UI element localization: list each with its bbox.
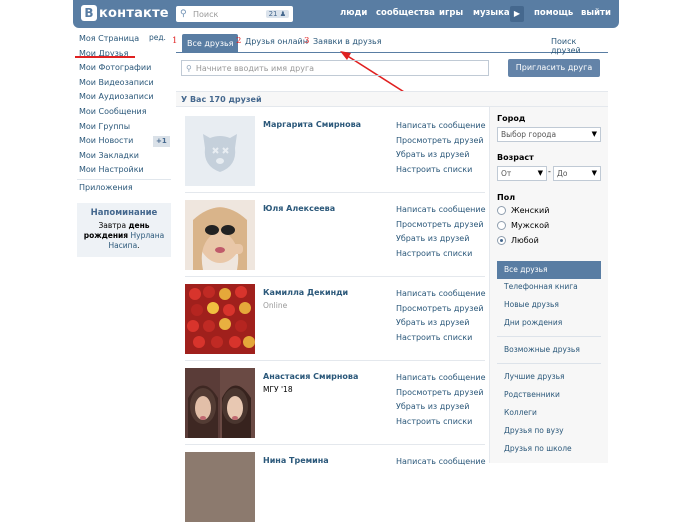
row-divider [185, 360, 485, 361]
friends-count-bar: У Вас 170 друзей [176, 91, 608, 107]
friend-photo-image [185, 200, 255, 270]
friend-row: Маргарита Смирнова Написать сообщение Пр… [185, 116, 486, 188]
list-possible-friends[interactable]: Возможные друзья [497, 341, 601, 359]
friend-actions: Написать сообщение Просмотреть друзей Уб… [396, 203, 486, 261]
list-new-friends[interactable]: Новые друзья [497, 296, 601, 314]
friend-avatar-placeholder[interactable] [185, 116, 255, 186]
send-message-link[interactable]: Написать сообщение [396, 371, 486, 386]
list-best-friends[interactable]: Лучшие друзья [497, 368, 601, 386]
online-status: Online [263, 301, 288, 310]
sex-option-any[interactable]: Любой [497, 236, 539, 245]
friend-actions: Написать сообщение Просмотреть друзей Уб… [396, 287, 486, 345]
list-phone-book[interactable]: Телефонная книга [497, 278, 601, 296]
list-all-friends[interactable]: Все друзья [497, 261, 601, 279]
friend-row: Юля Алексеева Написать сообщение Просмот… [185, 200, 486, 272]
remove-friend-link[interactable]: Убрать из друзей [396, 148, 486, 163]
send-message-link[interactable]: Написать сообщение [396, 203, 486, 218]
friend-name[interactable]: Юля Алексеева [263, 204, 335, 213]
configure-lists-link[interactable]: Настроить списки [396, 163, 486, 178]
friend-name[interactable]: Нина Тремина [263, 456, 329, 465]
friend-search-placeholder: Начните вводить имя друга [195, 63, 315, 73]
view-friends-link[interactable]: Просмотреть друзей [396, 134, 486, 149]
configure-lists-link[interactable]: Настроить списки [396, 415, 486, 430]
invite-friend-button[interactable]: Пригласить друга [508, 59, 600, 77]
friend-actions: Написать сообщение [396, 455, 486, 470]
radio-icon [497, 206, 506, 215]
friends-count: У Вас 170 друзей [181, 95, 262, 104]
age-dash: - [548, 167, 551, 176]
filter-panel: Город Выбор города ▼ Возраст От ▼ - До ▼ По… [489, 107, 608, 463]
send-message-link[interactable]: Написать сообщение [396, 455, 486, 470]
age-from-select[interactable]: От ▼ [497, 166, 547, 181]
friend-name[interactable]: Маргарита Смирнова [263, 120, 361, 129]
dropdown-arrow-icon: ▼ [591, 130, 597, 138]
send-message-link[interactable]: Написать сообщение [396, 119, 486, 134]
city-select[interactable]: Выбор города ▼ [497, 127, 601, 142]
friend-photo[interactable] [185, 368, 255, 438]
friend-name[interactable]: Анастасия Смирнова [263, 372, 358, 381]
friend-search-input[interactable]: ⚲ Начните вводить имя друга [181, 60, 489, 76]
default-avatar-icon [185, 116, 255, 186]
list-divider [497, 336, 601, 337]
friend-photo-image [185, 368, 255, 438]
remove-friend-link[interactable]: Убрать из друзей [396, 400, 486, 415]
friend-actions: Написать сообщение Просмотреть друзей Уб… [396, 119, 486, 177]
friend-university: МГУ '18 [263, 385, 293, 394]
row-divider [185, 276, 485, 277]
view-friends-link[interactable]: Просмотреть друзей [396, 302, 486, 317]
sex-option-female[interactable]: Женский [497, 206, 549, 215]
list-colleagues[interactable]: Коллеги [497, 404, 601, 422]
list-divider [497, 363, 601, 364]
list-birthdays[interactable]: Дни рождения [497, 314, 601, 332]
view-friends-link[interactable]: Просмотреть друзей [396, 218, 486, 233]
sex-label: Пол [497, 193, 516, 202]
configure-lists-link[interactable]: Настроить списки [396, 247, 486, 262]
friend-photo[interactable] [185, 200, 255, 270]
list-relatives[interactable]: Родственники [497, 386, 601, 404]
friend-photo[interactable] [185, 284, 255, 354]
send-message-link[interactable]: Написать сообщение [396, 287, 486, 302]
dropdown-arrow-icon: ▼ [537, 169, 543, 177]
radio-selected-icon [497, 236, 506, 245]
list-university-friends[interactable]: Друзья по вузу [497, 422, 601, 440]
age-label: Возраст [497, 153, 534, 162]
dropdown-arrow-icon: ▼ [591, 169, 597, 177]
remove-friend-link[interactable]: Убрать из друзей [396, 232, 486, 247]
row-divider [185, 444, 485, 445]
friend-actions: Написать сообщение Просмотреть друзей Уб… [396, 371, 486, 429]
friend-name[interactable]: Камилла Декинди [263, 288, 348, 297]
row-divider [185, 192, 485, 193]
friend-photo-image [185, 284, 255, 354]
radio-icon [497, 221, 506, 230]
friend-row: Анастасия Смирнова МГУ '18 Написать сооб… [185, 368, 486, 440]
remove-friend-link[interactable]: Убрать из друзей [396, 316, 486, 331]
list-school-friends[interactable]: Друзья по школе [497, 440, 601, 458]
friend-row: Камилла Декинди Online Написать сообщени… [185, 284, 486, 356]
view-friends-link[interactable]: Просмотреть друзей [396, 386, 486, 401]
search-icon: ⚲ [186, 63, 192, 73]
city-label: Город [497, 114, 526, 123]
configure-lists-link[interactable]: Настроить списки [396, 331, 486, 346]
sex-option-male[interactable]: Мужской [497, 221, 549, 230]
age-to-select[interactable]: До ▼ [553, 166, 601, 181]
